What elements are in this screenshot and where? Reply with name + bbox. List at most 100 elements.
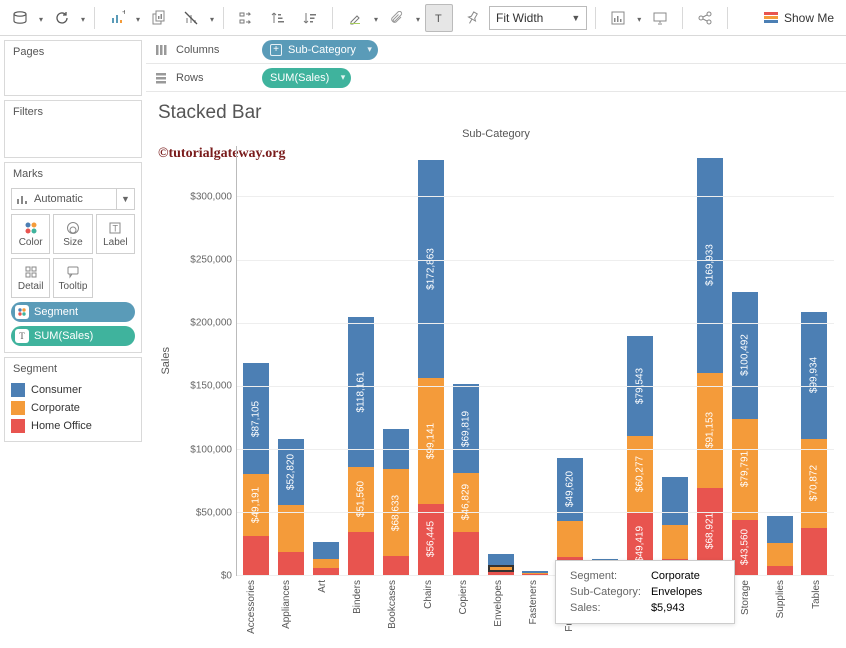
bar-group[interactable]: $51,560$118,161 — [348, 317, 374, 575]
share-button[interactable] — [691, 4, 719, 32]
legend-item[interactable]: Corporate — [11, 399, 135, 417]
color-shelf[interactable]: Color — [11, 214, 50, 254]
bar-segment[interactable]: $99,934 — [801, 312, 827, 438]
bar-segment[interactable] — [662, 477, 688, 525]
bar-segment[interactable] — [488, 565, 514, 573]
viz-title[interactable]: Stacked Bar — [158, 102, 834, 124]
bar-segment[interactable]: $79,791 — [732, 419, 758, 520]
pages-label: Pages — [5, 41, 141, 62]
bar-group[interactable]: $68,633 — [383, 429, 409, 575]
data-source-button[interactable]: ▾ — [6, 4, 34, 32]
bar-segment[interactable] — [488, 554, 514, 565]
x-axis-title: Sub-Category — [158, 128, 834, 140]
bar-segment[interactable] — [767, 516, 793, 544]
bar-segment[interactable]: $49,191 — [243, 474, 269, 536]
duplicate-sheet-button[interactable] — [145, 4, 173, 32]
pin-button[interactable] — [457, 4, 485, 32]
highlight-button[interactable]: ▾ — [341, 4, 369, 32]
bar-label: $91,153 — [704, 412, 715, 448]
bar-segment[interactable] — [313, 568, 339, 575]
bar-segment[interactable] — [278, 552, 304, 575]
bar-segment[interactable]: $87,105 — [243, 363, 269, 473]
mark-type-label: Automatic — [32, 193, 116, 205]
bar-segment[interactable] — [522, 571, 548, 573]
bar-segment[interactable] — [313, 559, 339, 568]
swap-rows-cols-button[interactable] — [232, 4, 260, 32]
rows-pill[interactable]: SUM(Sales) — [262, 68, 351, 88]
tooltip-shelf[interactable]: Tooltip — [53, 258, 92, 298]
bar-segment[interactable] — [557, 521, 583, 558]
label-shelf[interactable]: T Label — [96, 214, 135, 254]
legend-item[interactable]: Consumer — [11, 381, 135, 399]
label-toggle-button[interactable]: T — [425, 4, 453, 32]
dropdown-arrow-icon: ▼ — [571, 13, 580, 23]
bar-group[interactable]: $46,829 $69,819 — [453, 384, 479, 575]
refresh-button[interactable]: ▾ — [48, 4, 76, 32]
new-sheet-button[interactable]: + ▾ — [103, 4, 131, 32]
bar-segment[interactable]: $60,277 — [627, 436, 653, 512]
bar-group[interactable]: $70,872 $99,934 — [801, 312, 827, 575]
filters-label: Filters — [5, 101, 141, 122]
bar-group[interactable] — [767, 516, 793, 575]
bar-segment[interactable]: $51,560 — [348, 467, 374, 532]
bar-group[interactable] — [488, 554, 514, 575]
y-tick-label: $300,000 — [190, 191, 232, 202]
fit-dropdown[interactable]: Fit Width ▼ — [489, 6, 587, 30]
bar-segment[interactable]: $169,933 — [697, 158, 723, 373]
bar-group[interactable]: $49,191$87,105 — [243, 363, 269, 575]
bar-segment[interactable] — [313, 542, 339, 559]
plot-area[interactable]: $49,191$87,105 $52,820 $51,560$118,161 $68,… — [236, 146, 834, 576]
bar-segment[interactable]: $46,829 — [453, 473, 479, 532]
segment-pill[interactable]: Segment — [11, 302, 135, 322]
bar-segment[interactable] — [348, 532, 374, 575]
bar-label: $172,863 — [425, 248, 436, 290]
bar-segment[interactable] — [767, 543, 793, 566]
bar-group[interactable]: $43,560 $79,791 $100,492 — [732, 292, 758, 575]
columns-shelf[interactable]: Columns + Sub-Category — [146, 36, 846, 64]
bar-segment[interactable]: $43,560 — [732, 520, 758, 575]
sum-sales-pill[interactable]: T SUM(Sales) — [11, 326, 135, 346]
bar-segment[interactable]: $69,819 — [453, 384, 479, 472]
rows-shelf[interactable]: Rows SUM(Sales) — [146, 64, 846, 92]
legend-panel: Segment ConsumerCorporateHome Office — [4, 357, 142, 442]
sort-desc-button[interactable] — [296, 4, 324, 32]
bar-label: $99,934 — [809, 357, 820, 393]
presentation-button[interactable] — [646, 4, 674, 32]
columns-pill[interactable]: + Sub-Category — [262, 40, 378, 60]
bar-segment[interactable] — [243, 536, 269, 575]
show-cards-button[interactable]: ▾ — [604, 4, 632, 32]
bar-segment[interactable]: $100,492 — [732, 292, 758, 419]
clear-sheet-button[interactable]: ▾ — [177, 4, 205, 32]
bar-group[interactable]: $52,820 — [278, 439, 304, 575]
auto-mark-icon — [12, 193, 32, 205]
bar-group[interactable]: $49,620 — [557, 458, 583, 575]
x-tick-label: Art — [317, 580, 328, 593]
bar-label: $56,445 — [425, 521, 436, 557]
bar-group[interactable] — [313, 542, 339, 576]
bar-label: $69,819 — [460, 411, 471, 447]
bar-segment[interactable]: $91,153 — [697, 373, 723, 488]
bar-segment[interactable] — [662, 525, 688, 559]
bar-segment[interactable]: $118,161 — [348, 317, 374, 466]
bar-segment[interactable] — [767, 566, 793, 575]
bar-segment[interactable]: $56,445 — [418, 504, 444, 575]
show-me-button[interactable]: Show Me — [758, 11, 840, 25]
size-shelf[interactable]: Size — [53, 214, 92, 254]
bar-segment[interactable] — [453, 532, 479, 575]
bar-segment[interactable]: $172,863 — [418, 160, 444, 379]
bar-segment[interactable]: $99,141 — [418, 378, 444, 503]
bar-segment[interactable] — [383, 556, 409, 575]
tooltip: Segment:Corporate Sub-Category:Envelopes… — [555, 560, 735, 624]
bar-label: $68,921 — [704, 513, 715, 549]
bar-group[interactable]: $49,419$60,277$79,543 — [627, 336, 653, 575]
sort-asc-button[interactable] — [264, 4, 292, 32]
detail-shelf[interactable]: Detail — [11, 258, 50, 298]
bar-segment[interactable] — [801, 528, 827, 575]
x-tick-label: Bookcases — [387, 580, 398, 629]
mark-type-select[interactable]: Automatic ▼ — [11, 188, 135, 210]
legend-item[interactable]: Home Office — [11, 417, 135, 435]
bar-label: $52,820 — [286, 454, 297, 490]
bar-label: $79,791 — [739, 451, 750, 487]
bar-segment[interactable]: $70,872 — [801, 439, 827, 529]
attach-button[interactable]: ▾ — [383, 4, 411, 32]
